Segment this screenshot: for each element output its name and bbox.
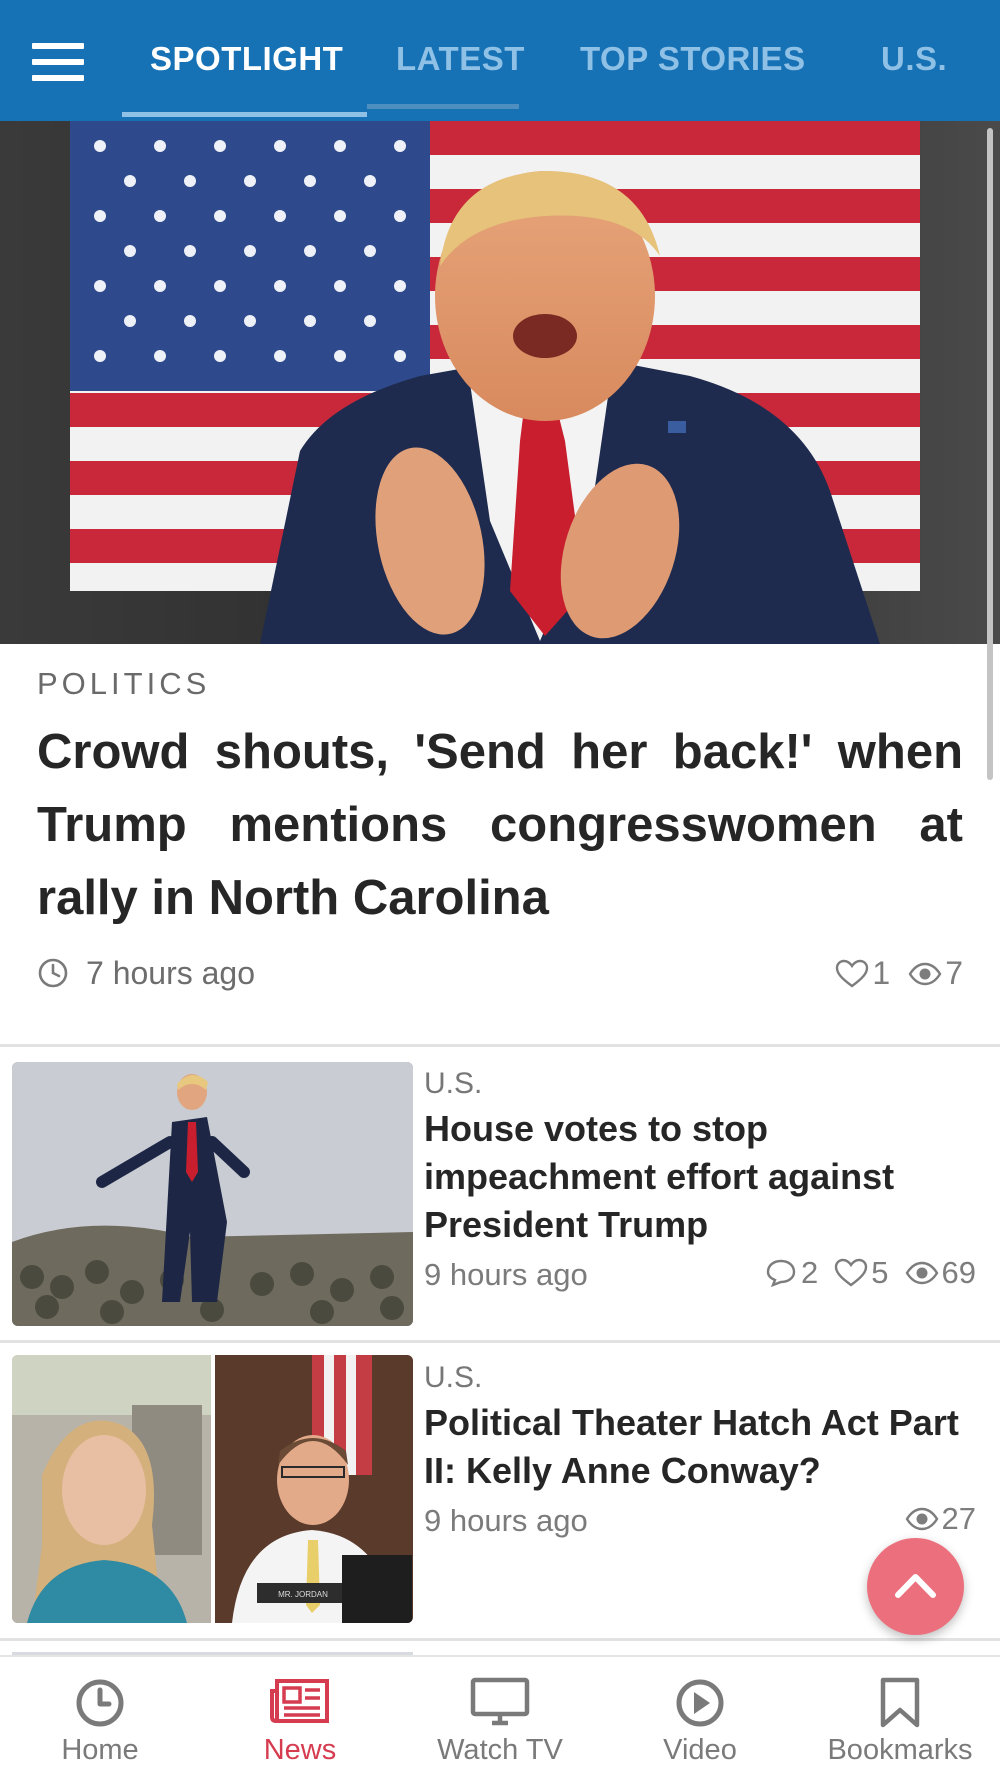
nav-watch-tv[interactable]: Watch TV xyxy=(400,1657,600,1778)
story-timestamp: 9 hours ago xyxy=(424,1257,588,1292)
play-icon xyxy=(676,1679,724,1727)
story-title[interactable]: House votes to stop impeachment effort a… xyxy=(424,1105,984,1249)
tab-scroll-track xyxy=(367,104,519,109)
story-view-count: 69 xyxy=(941,1255,976,1290)
clock-icon xyxy=(38,958,68,988)
nav-news-label: News xyxy=(263,1734,337,1766)
bottom-navigation: Home News Watch TV Video Bookmarks xyxy=(0,1655,1000,1778)
story-comments[interactable]: 2 xyxy=(764,1255,818,1291)
story-thumbnail[interactable]: MR. JORDAN xyxy=(12,1355,413,1623)
list-item[interactable]: U.S. House votes to stop impeachment eff… xyxy=(0,1047,1000,1337)
nav-video-label: Video xyxy=(663,1734,737,1766)
story-view-count: 27 xyxy=(941,1501,976,1536)
active-tab-indicator xyxy=(122,112,367,117)
chevron-up-icon xyxy=(895,1574,936,1598)
hero-likes[interactable]: 1 xyxy=(835,955,890,992)
list-item[interactable]: MR. JORDAN U.S. Political Theater Hatch … xyxy=(0,1343,1000,1638)
nav-home-label: Home xyxy=(61,1734,139,1766)
tab-top-stories[interactable]: TOP STORIES xyxy=(580,40,806,78)
scroll-to-top-button[interactable] xyxy=(867,1538,964,1635)
hero-story-title[interactable]: Crowd shouts, 'Send her back!' when Trum… xyxy=(37,716,963,935)
nav-news[interactable]: News xyxy=(200,1657,400,1778)
tab-us[interactable]: U.S. xyxy=(881,40,947,78)
story-category: U.S. xyxy=(424,1361,483,1394)
hamburger-menu-icon[interactable] xyxy=(28,40,90,84)
story-stats: 2 5 69 xyxy=(754,1255,976,1291)
hero-view-count: 7 xyxy=(945,955,963,991)
story-thumbnail[interactable] xyxy=(12,1062,413,1326)
hero-stats: 1 7 xyxy=(825,955,963,992)
tab-spotlight[interactable]: SPOTLIGHT xyxy=(150,40,343,78)
heart-icon xyxy=(835,1258,868,1287)
nav-watch-tv-label: Watch TV xyxy=(437,1734,563,1766)
tab-latest[interactable]: LATEST xyxy=(396,40,525,78)
hero-story-image[interactable] xyxy=(0,121,1000,644)
scrollbar-thumb[interactable] xyxy=(987,128,993,780)
comment-icon xyxy=(766,1259,796,1288)
story-views: 27 xyxy=(905,1501,976,1537)
story-like-count: 5 xyxy=(871,1255,889,1290)
nav-video[interactable]: Video xyxy=(600,1657,800,1778)
heart-icon xyxy=(836,959,869,987)
clock-icon xyxy=(76,1679,124,1727)
nav-home[interactable]: Home xyxy=(0,1657,200,1778)
top-tab-bar: SPOTLIGHT LATEST TOP STORIES U.S. xyxy=(0,0,1000,121)
hero-timestamp: 7 hours ago xyxy=(86,955,256,991)
hero-views: 7 xyxy=(908,955,963,992)
story-comment-count: 2 xyxy=(801,1255,819,1290)
hero-meta: 7 hours ago 1 7 xyxy=(37,953,963,997)
eye-icon xyxy=(908,962,942,985)
story-timestamp: 9 hours ago xyxy=(424,1503,588,1538)
story-views: 69 xyxy=(905,1255,976,1291)
divider xyxy=(0,1638,1000,1641)
name-placard-text: MR. JORDAN xyxy=(278,1590,328,1599)
nav-bookmarks-label: Bookmarks xyxy=(827,1734,973,1766)
story-likes[interactable]: 5 xyxy=(834,1255,889,1291)
monitor-icon xyxy=(470,1677,530,1726)
eye-icon xyxy=(905,1261,938,1285)
nav-bookmarks[interactable]: Bookmarks xyxy=(800,1657,1000,1778)
hero-category-label: POLITICS xyxy=(37,666,211,701)
bookmark-icon xyxy=(880,1677,920,1728)
newspaper-icon xyxy=(270,1679,329,1723)
story-stats: 27 xyxy=(895,1501,976,1537)
story-category: U.S. xyxy=(424,1067,483,1100)
hero-like-count: 1 xyxy=(872,955,891,991)
story-title[interactable]: Political Theater Hatch Act Part II: Kel… xyxy=(424,1399,984,1495)
eye-icon xyxy=(905,1507,938,1531)
